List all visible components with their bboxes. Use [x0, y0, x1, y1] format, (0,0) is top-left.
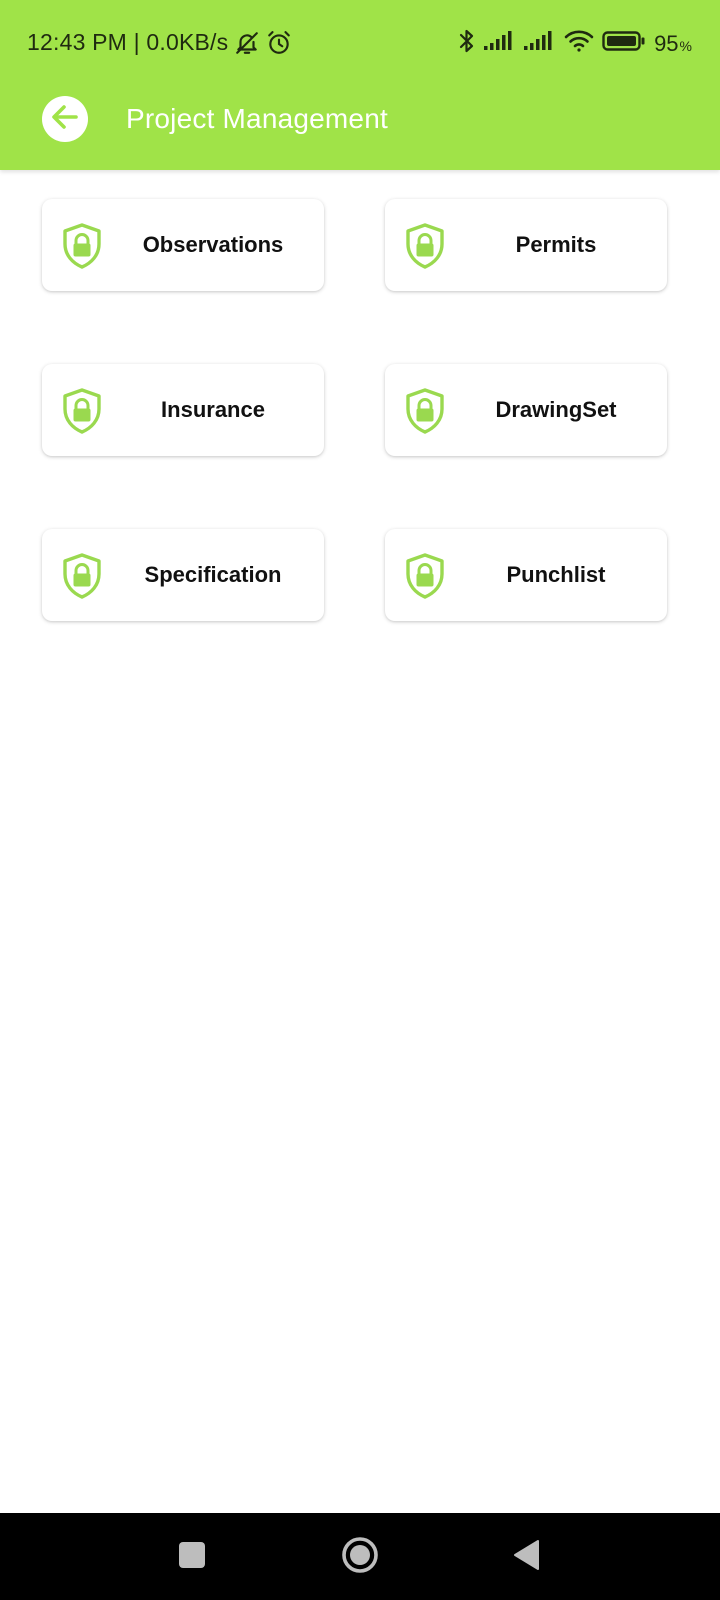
module-card-insurance[interactable]: Insurance [42, 364, 324, 456]
app-screen: 12:43 PM | 0.0KB/s 95 % Project Manageme… [0, 0, 720, 1600]
alarm-icon [266, 30, 292, 56]
shield-lock-icon [405, 223, 445, 269]
module-label: DrawingSet [495, 397, 617, 422]
module-label: Observations [142, 232, 284, 257]
signal-icon [484, 30, 516, 57]
bluetooth-icon [458, 28, 476, 59]
wifi-icon [564, 29, 594, 58]
recents-square-icon [178, 1541, 206, 1574]
recents-button[interactable] [170, 1535, 214, 1579]
module-card-punchlist[interactable]: Punchlist [385, 529, 667, 621]
system-nav-bar [0, 1513, 720, 1600]
back-triangle-icon [512, 1539, 540, 1576]
shield-lock-icon [405, 388, 445, 434]
back-button[interactable] [42, 96, 88, 142]
module-card-permits[interactable]: Permits [385, 199, 667, 291]
module-label: Permits [515, 232, 597, 257]
module-label: Specification [144, 562, 282, 587]
page-title: Project Management [126, 103, 388, 134]
status-bar: 12:43 PM | 0.0KB/s 95 % [0, 0, 720, 86]
module-card-specification[interactable]: Specification [42, 529, 324, 621]
battery-unit: % [679, 37, 692, 54]
bell-off-icon [234, 30, 260, 56]
status-left: 12:43 PM | 0.0KB/s [27, 29, 292, 56]
battery-level: 95% [654, 31, 692, 57]
battery-percent: 95 [654, 30, 679, 56]
signal-icon [524, 30, 556, 57]
status-time-speed: 12:43 PM | 0.0KB/s [27, 29, 229, 55]
module-card-drawingset[interactable]: DrawingSet [385, 364, 667, 456]
module-label: Punchlist [506, 562, 606, 587]
shield-lock-icon [62, 553, 102, 599]
home-circle-icon [341, 1536, 379, 1579]
shield-lock-icon [62, 388, 102, 434]
module-card-observations[interactable]: Observations [42, 199, 324, 291]
shield-lock-icon [62, 223, 102, 269]
toolbar: Project Management [0, 86, 720, 170]
module-label: Insurance [161, 397, 265, 422]
home-button[interactable] [338, 1535, 382, 1579]
battery-icon [602, 30, 646, 57]
status-right: 95% [458, 28, 692, 59]
app-header: 12:43 PM | 0.0KB/s 95 % Project Manageme… [0, 0, 720, 170]
shield-lock-icon [405, 553, 445, 599]
arrow-left-icon [49, 101, 81, 138]
back-nav-button[interactable] [504, 1535, 548, 1579]
